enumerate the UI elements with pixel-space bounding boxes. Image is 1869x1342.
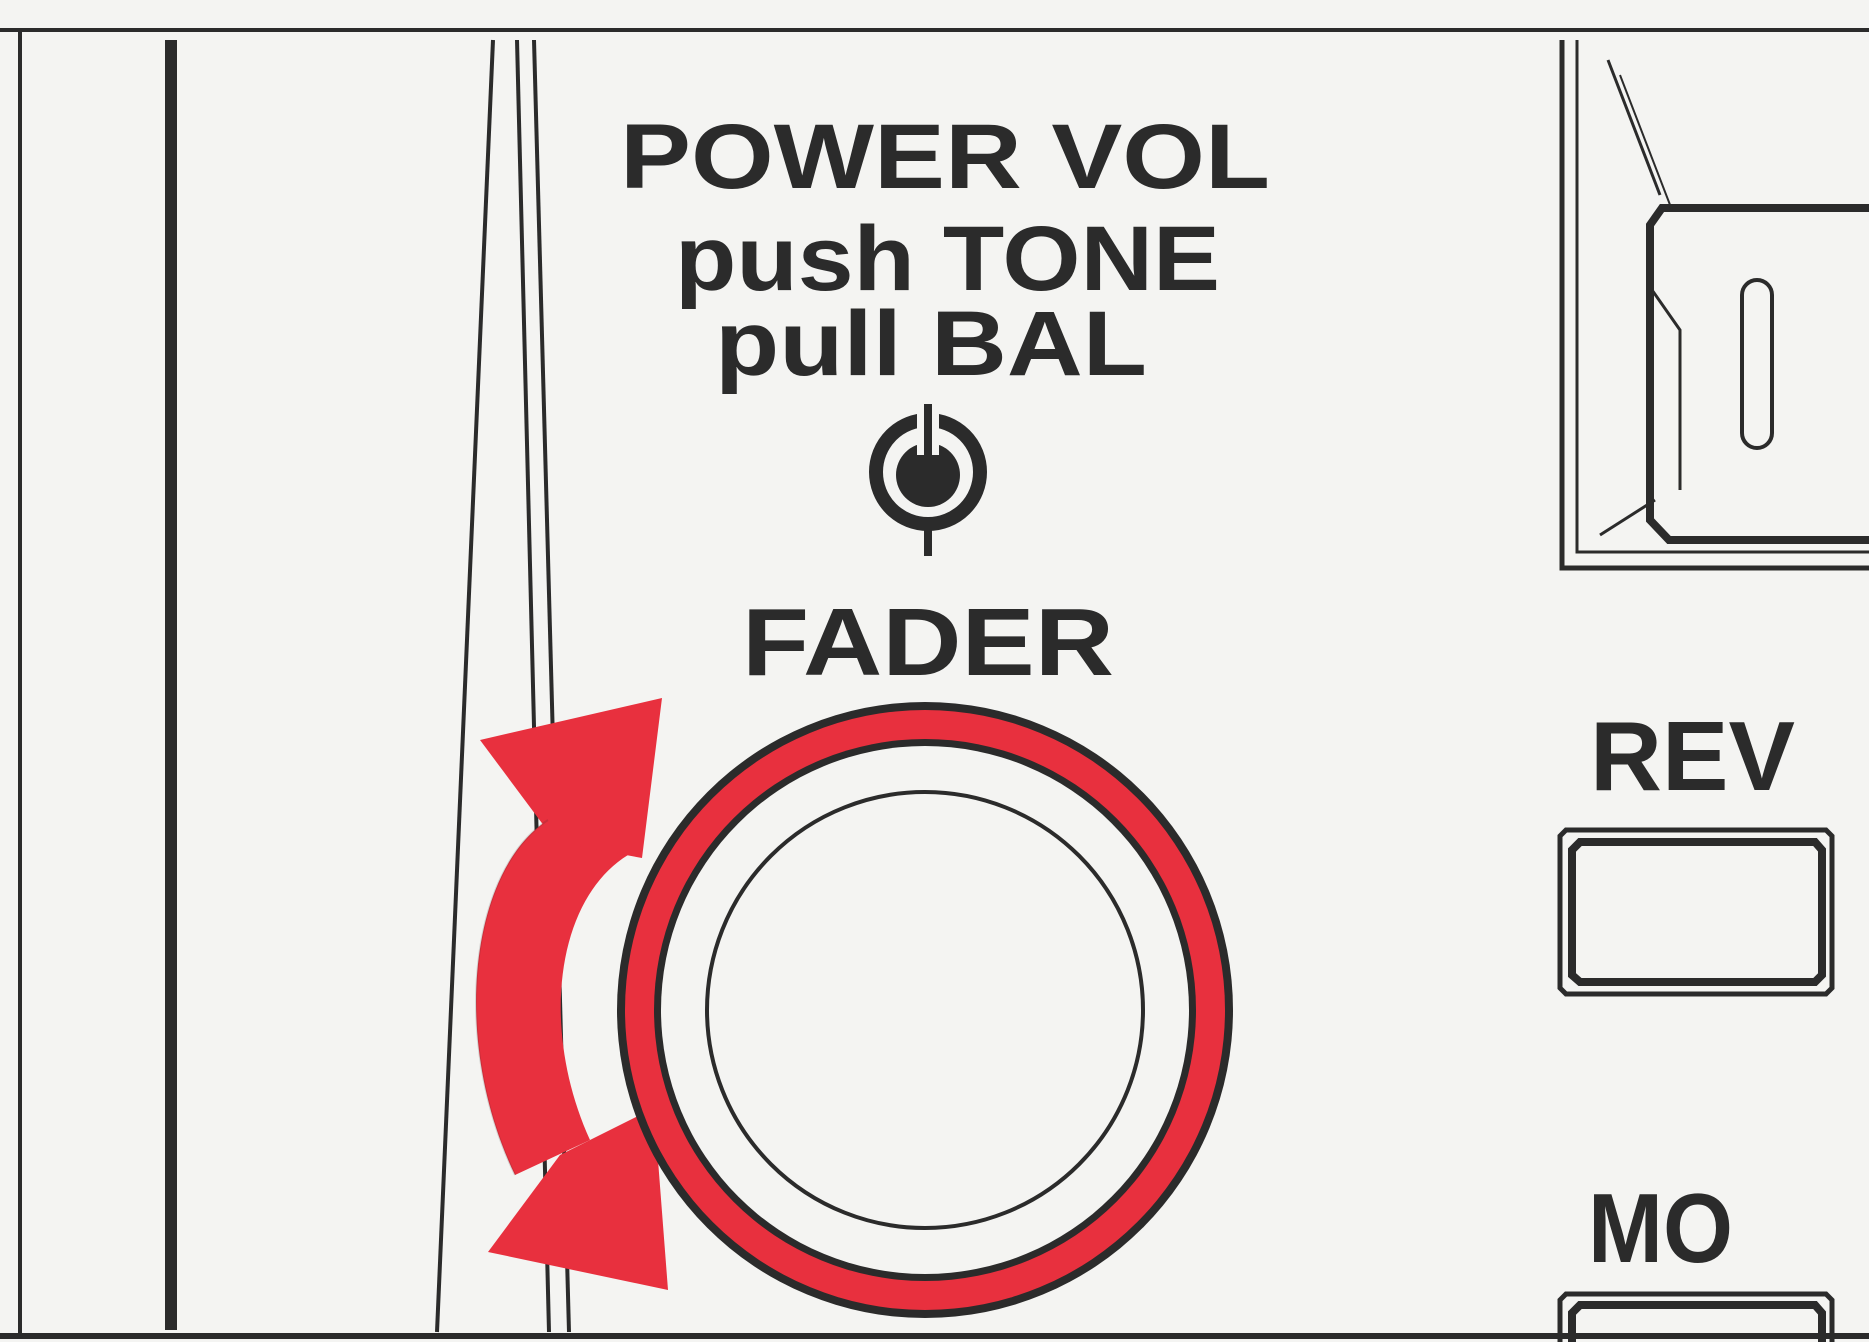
volume-knob[interactable] [617,702,1233,1318]
cassette-slot[interactable] [1559,40,1869,571]
left-divider-bar [165,40,177,1330]
knob-label-line1: POWER VOL [620,106,1270,208]
fader-label: FADER [742,589,1114,696]
rev-button[interactable] [1557,827,1835,997]
mo-button-label: MO [1588,1173,1733,1283]
power-symbol-icon [869,400,987,556]
knob-label-line3: pull BAL [715,293,1147,395]
rev-button-label: REV [1590,701,1795,811]
audio-panel-diagram: POWER VOL push TONE pull BAL FADER REV M… [0,28,1869,1342]
